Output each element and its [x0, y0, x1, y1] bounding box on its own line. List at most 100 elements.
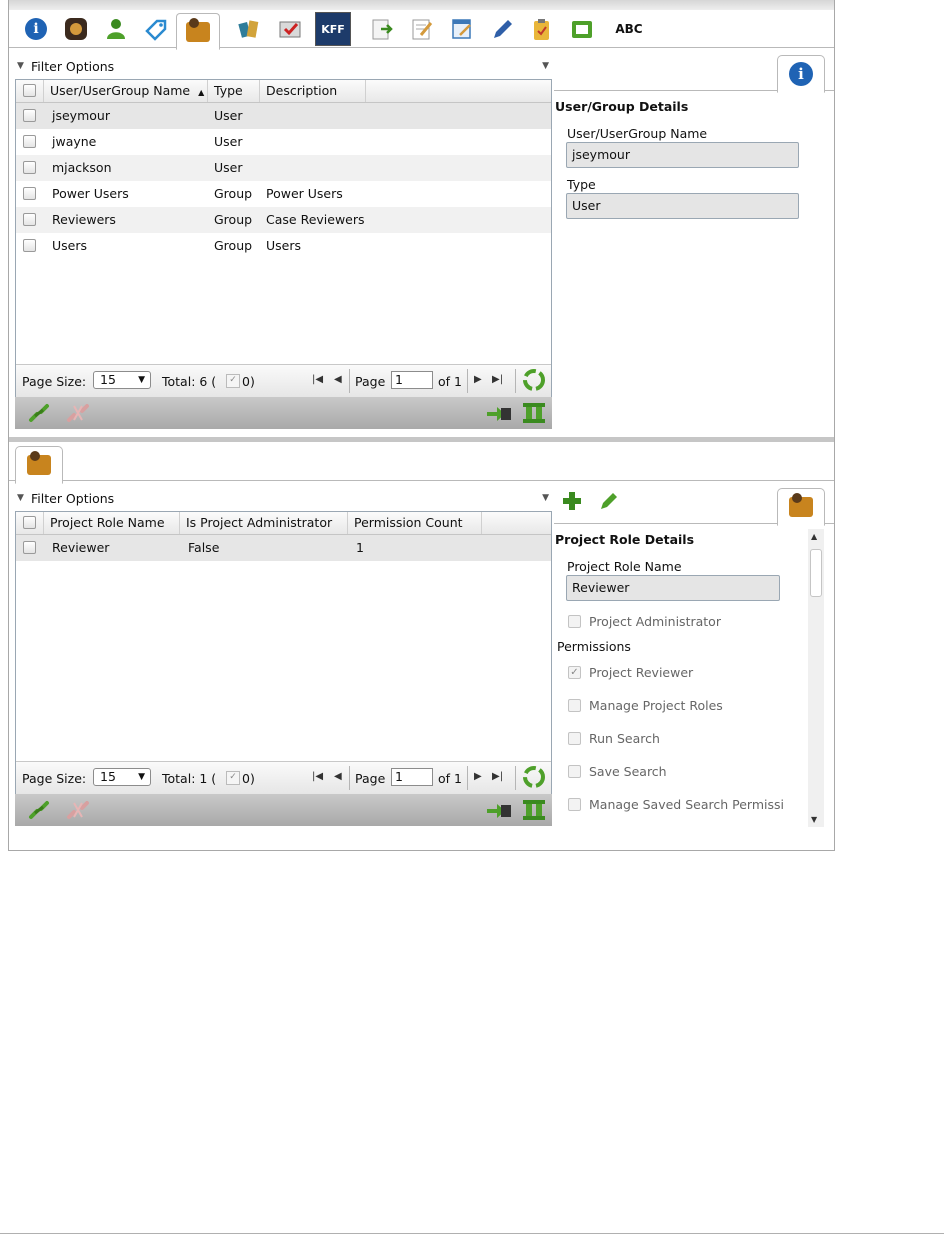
previous-page-icon[interactable]: ◀ [334, 374, 342, 385]
edit-role-button[interactable] [598, 490, 620, 515]
table-row[interactable]: jseymour User [16, 103, 551, 129]
column-header-is-admin[interactable]: Is Project Administrator [180, 512, 348, 534]
unlink-icon[interactable] [65, 799, 91, 824]
kff-icon[interactable]: KFF [315, 12, 351, 46]
page-size-select[interactable]: 15 ▼ [93, 371, 151, 389]
scroll-up-icon[interactable]: ▲ [811, 532, 817, 541]
refresh-icon[interactable] [522, 368, 546, 395]
select-all-checkbox[interactable] [23, 84, 36, 97]
row-name: jseymour [52, 108, 110, 123]
export-icon[interactable] [367, 14, 397, 44]
project-administrator-checkbox[interactable]: Project Administrator [568, 613, 721, 629]
abc-label: ABC [615, 22, 643, 36]
row-checkbox[interactable] [23, 213, 36, 226]
pager: Page Size: 15 ▼ Total: 1 ( ✓ 0) |◀ ◀ Pag… [16, 761, 551, 794]
role-details-tab[interactable] [777, 488, 825, 526]
column-header-role-name[interactable]: Project Role Name [44, 512, 180, 534]
columns-icon[interactable] [521, 401, 547, 428]
column-header-name[interactable]: User/UserGroup Name ▲ [44, 80, 208, 102]
select-all-checkbox[interactable] [23, 516, 36, 529]
action-bar [15, 397, 552, 429]
map-icon[interactable] [275, 14, 305, 44]
role-name-field[interactable]: Reviewer [566, 575, 780, 601]
tag-icon[interactable] [141, 14, 171, 44]
table-row[interactable]: Power Users Group Power Users [16, 181, 551, 207]
column-header-type[interactable]: Type [208, 80, 260, 102]
table-row[interactable]: Users Group Users [16, 233, 551, 259]
pen-icon[interactable] [487, 14, 517, 44]
save-icon[interactable] [483, 799, 513, 824]
project-administrator-label: Project Administrator [589, 613, 721, 629]
permission-checkbox[interactable]: Save Search [568, 763, 667, 779]
column-header-permission-count[interactable]: Permission Count [348, 512, 482, 534]
clipboard-icon[interactable] [527, 14, 557, 44]
row-description: Case Reviewers [266, 212, 365, 227]
row-checkbox[interactable] [23, 135, 36, 148]
panel-splitter[interactable] [9, 437, 834, 442]
row-type: User [214, 108, 243, 123]
film-icon[interactable] [567, 14, 597, 44]
link-icon[interactable] [27, 402, 51, 427]
checked-count: 0) [242, 771, 255, 786]
first-page-icon[interactable]: |◀ [312, 374, 323, 385]
table-row[interactable]: jwayne User [16, 129, 551, 155]
spell-check-icon[interactable]: ABC [607, 14, 651, 44]
columns-icon[interactable] [521, 798, 547, 825]
row-name: Users [52, 238, 88, 253]
last-page-icon[interactable]: ▶| [492, 771, 503, 782]
scroll-down-icon[interactable]: ▼ [811, 815, 817, 824]
row-checkbox[interactable] [23, 109, 36, 122]
row-checkbox[interactable] [23, 161, 36, 174]
filter-options-toggle[interactable]: ▼ Filter Options ▼ [17, 57, 549, 75]
info-icon[interactable]: i [21, 14, 51, 44]
scroll-thumb[interactable] [810, 549, 822, 597]
page-number-input[interactable]: 1 [391, 371, 433, 389]
user-icon[interactable] [101, 14, 131, 44]
row-is-admin: False [188, 540, 220, 555]
permission-checkbox[interactable]: ✓ Project Reviewer [568, 664, 693, 680]
page-size-select[interactable]: 15 ▼ [93, 768, 151, 786]
permission-label: Run Search [589, 730, 660, 746]
link-icon[interactable] [27, 799, 51, 824]
previous-page-icon[interactable]: ◀ [334, 771, 342, 782]
page-number-value: 1 [395, 372, 403, 387]
permission-checkbox[interactable]: Manage Project Roles [568, 697, 723, 713]
notes-icon[interactable] [407, 14, 437, 44]
user-details-tab[interactable]: i [777, 55, 825, 93]
refresh-icon[interactable] [522, 765, 546, 792]
type-value: User [572, 198, 601, 213]
permission-checkbox[interactable]: Run Search [568, 730, 660, 746]
column-is-admin-label: Is Project Administrator [186, 515, 333, 530]
chevron-down-icon[interactable]: ▼ [542, 61, 549, 71]
media-icon[interactable] [61, 14, 91, 44]
column-header-description[interactable]: Description [260, 80, 366, 102]
row-checkbox[interactable] [23, 239, 36, 252]
name-field[interactable]: jseymour [566, 142, 799, 168]
plus-icon [563, 492, 581, 510]
filter-options-toggle[interactable]: ▼ Filter Options ▼ [17, 489, 549, 507]
kff-label: KFF [321, 22, 345, 36]
unlink-icon[interactable] [65, 402, 91, 427]
next-page-icon[interactable]: ▶ [474, 374, 482, 385]
edit-form-icon[interactable] [447, 14, 477, 44]
last-page-icon[interactable]: ▶| [492, 374, 503, 385]
first-page-icon[interactable]: |◀ [312, 771, 323, 782]
table-row[interactable]: mjackson User [16, 155, 551, 181]
row-checkbox[interactable] [23, 541, 36, 554]
pager-separator [467, 369, 468, 393]
add-role-button[interactable] [561, 490, 583, 515]
page-count-label: of 1 [438, 771, 462, 786]
project-roles-icon[interactable] [176, 13, 220, 50]
type-field[interactable]: User [566, 193, 799, 219]
books-icon[interactable] [235, 14, 265, 44]
table-row[interactable]: Reviewers Group Case Reviewers [16, 207, 551, 233]
tab-project-roles[interactable] [15, 446, 63, 484]
table-row[interactable]: Reviewer False 1 [16, 535, 551, 561]
page-number-input[interactable]: 1 [391, 768, 433, 786]
chevron-down-icon[interactable]: ▼ [542, 493, 549, 503]
next-page-icon[interactable]: ▶ [474, 771, 482, 782]
row-checkbox[interactable] [23, 187, 36, 200]
details-scrollbar[interactable]: ▲ ▼ [808, 529, 824, 827]
save-icon[interactable] [483, 402, 513, 427]
permission-checkbox[interactable]: Manage Saved Search Permissi [568, 796, 804, 812]
